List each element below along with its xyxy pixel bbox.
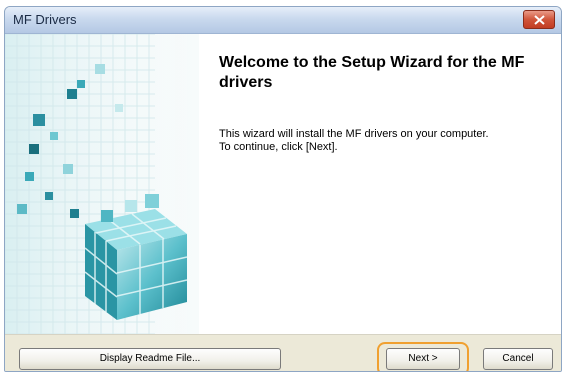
- title-bar[interactable]: MF Drivers: [5, 7, 561, 34]
- button-bar: Display Readme File... Next > Cancel: [5, 334, 561, 371]
- window-title: MF Drivers: [13, 12, 77, 27]
- close-button[interactable]: [523, 10, 555, 29]
- next-button[interactable]: Next >: [386, 348, 460, 370]
- close-icon: [534, 15, 545, 25]
- setup-wizard-window: MF Drivers Welcome to the Setup Wizard f…: [4, 6, 562, 372]
- wizard-description: This wizard will install the MF drivers …: [219, 128, 559, 154]
- wizard-banner-image: [5, 34, 199, 334]
- wizard-content: Welcome to the Setup Wizard for the MF d…: [5, 34, 561, 334]
- description-line-2: To continue, click [Next].: [219, 141, 338, 153]
- next-button-highlight: Next >: [377, 342, 469, 371]
- display-readme-button[interactable]: Display Readme File...: [19, 348, 281, 370]
- page-title: Welcome to the Setup Wizard for the MF d…: [219, 54, 525, 91]
- cube-graphic: [5, 34, 199, 334]
- cancel-button[interactable]: Cancel: [483, 348, 553, 370]
- description-line-1: This wizard will install the MF drivers …: [219, 128, 489, 140]
